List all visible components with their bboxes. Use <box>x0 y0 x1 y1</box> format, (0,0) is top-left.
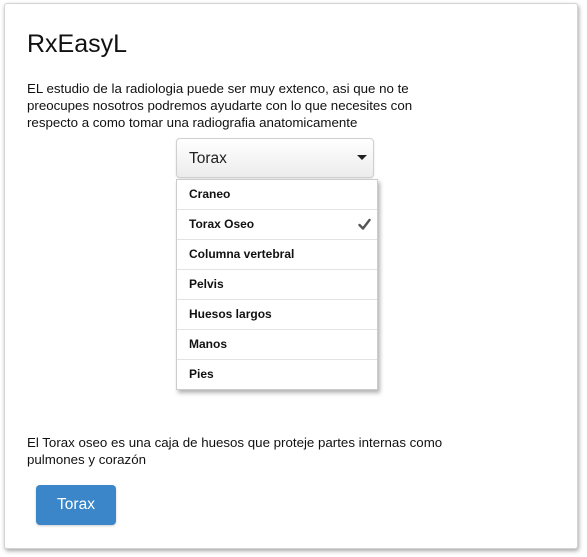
chevron-down-icon <box>357 155 367 160</box>
option-label: Pelvis <box>189 277 224 291</box>
option-label: Craneo <box>189 187 231 201</box>
option-huesos-largos[interactable]: Huesos largos <box>177 300 377 330</box>
option-torax-oseo[interactable]: Torax Oseo <box>177 210 377 240</box>
option-label: Torax Oseo <box>189 217 255 231</box>
dropdown-menu: Craneo Torax Oseo Columna vertebral Pelv… <box>176 179 378 390</box>
description-text: El Torax oseo es una caja de huesos que … <box>27 435 443 467</box>
page-title: RxEasyL <box>27 30 128 58</box>
torax-button[interactable]: Torax <box>36 485 116 525</box>
checkmark-icon <box>358 218 371 230</box>
option-pies[interactable]: Pies <box>177 360 377 389</box>
select-value: Torax <box>189 150 227 167</box>
option-label: Pies <box>189 367 214 381</box>
content-card: RxEasyL EL estudio de la radiologia pued… <box>4 3 578 549</box>
option-columna-vertebral[interactable]: Columna vertebral <box>177 240 377 270</box>
option-label: Columna vertebral <box>189 247 295 261</box>
option-pelvis[interactable]: Pelvis <box>177 270 377 300</box>
option-craneo[interactable]: Craneo <box>177 180 377 210</box>
option-manos[interactable]: Manos <box>177 330 377 360</box>
option-label: Huesos largos <box>189 307 272 321</box>
body-part-select[interactable]: Torax <box>176 138 374 178</box>
intro-text: EL estudio de la radiologia puede ser mu… <box>27 81 413 130</box>
option-label: Manos <box>189 337 228 351</box>
